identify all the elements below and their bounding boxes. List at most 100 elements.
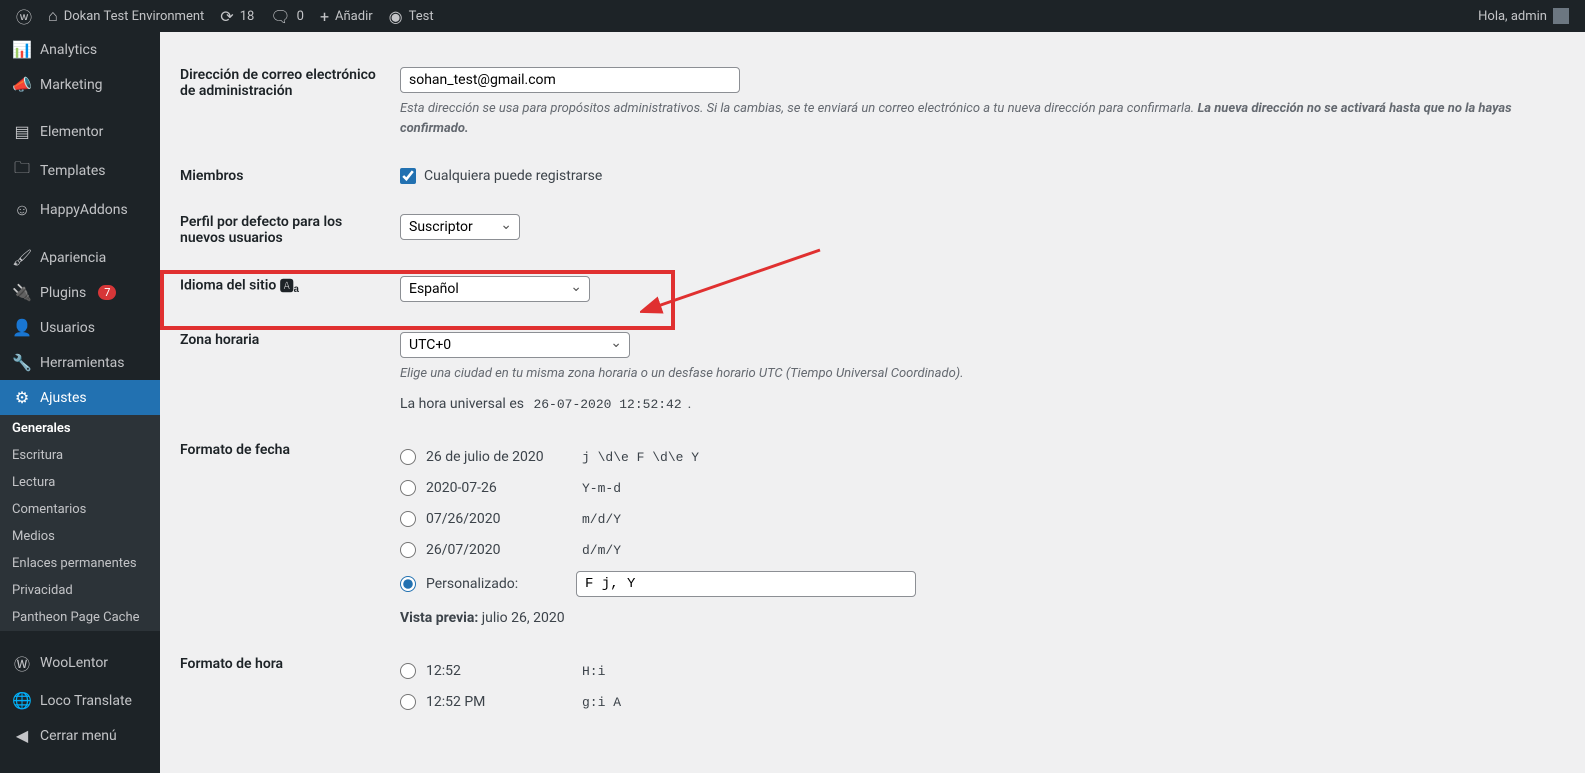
- date-radio[interactable]: [400, 480, 416, 496]
- sub-item-general[interactable]: Generales: [0, 415, 160, 442]
- sidebar-label: Marketing: [40, 77, 103, 93]
- sub-item-privacy[interactable]: Privacidad: [0, 577, 160, 604]
- sidebar-label: Ajustes: [40, 390, 87, 406]
- date-custom-label: Personalizado:: [426, 576, 566, 592]
- collapse-icon: ◀: [12, 726, 32, 745]
- date-option-custom[interactable]: Personalizado:: [400, 566, 1565, 602]
- site-name-label: Dokan Test Environment: [64, 9, 205, 24]
- sidebar-item-appearance[interactable]: 🖌Apariencia: [0, 240, 160, 275]
- date-option-3[interactable]: 26/07/2020d/m/Y: [400, 535, 1565, 566]
- date-radio[interactable]: [400, 542, 416, 558]
- sidebar-label: Plugins: [40, 285, 86, 301]
- sub-item-writing[interactable]: Escritura: [0, 442, 160, 469]
- refresh-icon: ⟳: [220, 7, 233, 26]
- date-option-label: 2020-07-26: [426, 480, 566, 496]
- test-label: Test: [409, 9, 434, 24]
- site-name[interactable]: ⌂ Dokan Test Environment: [40, 0, 212, 32]
- elementor-icon: ▤: [12, 122, 32, 141]
- date-option-code: j \d\e F \d\e Y: [576, 447, 705, 468]
- greeting-label: Hola, admin: [1478, 9, 1547, 24]
- date-radio-custom[interactable]: [400, 576, 416, 592]
- sidebar-label: WooLentor: [40, 655, 108, 671]
- sidebar-label: Analytics: [40, 42, 97, 58]
- time-option-0[interactable]: 12:52H:i: [400, 656, 1565, 687]
- comments[interactable]: 🗨0: [262, 0, 312, 32]
- admin-email-input[interactable]: [400, 67, 740, 93]
- date-radio[interactable]: [400, 511, 416, 527]
- date-option-0[interactable]: 26 de julio de 2020 j \d\e F \d\e Y: [400, 442, 1565, 473]
- happy-icon: ☺: [12, 200, 32, 220]
- sidebar-item-settings[interactable]: ⚙ Ajustes: [0, 380, 160, 415]
- sidebar-item-users[interactable]: 👤Usuarios: [0, 310, 160, 345]
- date-option-label: 26 de julio de 2020: [426, 449, 566, 465]
- default-role-select[interactable]: Suscriptor: [400, 214, 520, 240]
- date-option-code: Y-m-d: [576, 478, 627, 499]
- translate-icon: 🅰ₐ: [280, 279, 299, 295]
- row-time-format: Formato de hora 12:52H:i 12:52 PMg:i A: [180, 641, 1565, 733]
- sub-item-reading[interactable]: Lectura: [0, 469, 160, 496]
- folder-icon: 🗀: [12, 157, 32, 184]
- time-radio[interactable]: [400, 694, 416, 710]
- row-default-role: Perfil por defecto para los nuevos usuar…: [180, 199, 1565, 261]
- membership-label: Miembros: [180, 168, 400, 184]
- sidebar-item-plugins[interactable]: 🔌 Plugins 7: [0, 275, 160, 310]
- sidebar-item-tools[interactable]: 🔧 Herramientas: [0, 345, 160, 380]
- updates[interactable]: ⟳ 18: [212, 0, 262, 32]
- sidebar-label: Elementor: [40, 124, 103, 140]
- sidebar-item-collapse[interactable]: ◀Cerrar menú: [0, 718, 160, 753]
- plugins-badge: 7: [98, 285, 116, 300]
- plus-icon: +: [320, 7, 329, 26]
- sidebar-item-templates[interactable]: 🗀 Templates: [0, 149, 160, 192]
- time-option-1[interactable]: 12:52 PMg:i A: [400, 687, 1565, 718]
- wrench-icon: 🔧: [12, 353, 32, 372]
- sidebar-item-marketing[interactable]: 📣 Marketing: [0, 67, 160, 102]
- date-radio[interactable]: [400, 449, 416, 465]
- site-language-select[interactable]: Español: [400, 276, 590, 302]
- sidebar-label: Templates: [40, 163, 106, 179]
- admin-bar: ⓦ ⌂ Dokan Test Environment ⟳ 18 🗨0 + Añadir…: [0, 0, 1585, 32]
- time-radio[interactable]: [400, 663, 416, 679]
- date-option-1[interactable]: 2020-07-26 Y-m-d: [400, 473, 1565, 504]
- loco-icon: 🌐: [12, 691, 32, 710]
- utc-text: La hora universal es 26-07-2020 12:52:42…: [400, 396, 1565, 412]
- my-account[interactable]: Hola, admin: [1470, 0, 1577, 32]
- date-custom-input[interactable]: [576, 571, 916, 597]
- membership-checkbox-wrap[interactable]: Cualquiera puede registrarse: [400, 168, 1565, 184]
- admin-email-label: Dirección de correo electrónico de admin…: [180, 67, 400, 138]
- redux-icon: ◉: [389, 7, 403, 26]
- sub-item-discussion[interactable]: Comentarios: [0, 496, 160, 523]
- brush-icon: 🖌: [12, 248, 32, 267]
- sidebar-item-loco[interactable]: 🌐 Loco Translate: [0, 683, 160, 718]
- add-new[interactable]: + Añadir: [312, 0, 381, 32]
- test-item[interactable]: ◉ Test: [381, 0, 442, 32]
- utc-time-code: 26-07-2020 12:52:42: [527, 394, 687, 415]
- date-option-label: 26/07/2020: [426, 542, 566, 558]
- sub-item-pantheon[interactable]: Pantheon Page Cache: [0, 604, 160, 631]
- users-icon: 👤: [12, 318, 32, 337]
- plugin-icon: 🔌: [12, 283, 32, 302]
- sub-item-media[interactable]: Medios: [0, 523, 160, 550]
- timezone-select[interactable]: UTC+0: [400, 332, 630, 358]
- timezone-label: Zona horaria: [180, 332, 400, 412]
- date-preview: Vista previa: julio 26, 2020: [400, 610, 1565, 626]
- sub-item-permalinks[interactable]: Enlaces permanentes: [0, 550, 160, 577]
- sidebar-item-woolentor[interactable]: ⓌWooLentor: [0, 643, 160, 683]
- avatar-icon: [1553, 8, 1569, 24]
- date-option-label: 07/26/2020: [426, 511, 566, 527]
- home-icon: ⌂: [48, 6, 58, 26]
- sidebar-item-elementor[interactable]: ▤ Elementor: [0, 114, 160, 149]
- sidebar-label: Loco Translate: [40, 693, 132, 709]
- settings-icon: ⚙: [12, 388, 32, 407]
- sidebar-label: Herramientas: [40, 355, 125, 371]
- default-role-label: Perfil por defecto para los nuevos usuar…: [180, 214, 400, 246]
- date-option-2[interactable]: 07/26/2020m/d/Y: [400, 504, 1565, 535]
- sidebar-item-analytics[interactable]: 📊Analytics: [0, 32, 160, 67]
- updates-count: 18: [240, 9, 255, 24]
- time-option-label: 12:52 PM: [426, 694, 566, 710]
- sidebar-item-happyaddons[interactable]: ☺HappyAddons: [0, 192, 160, 228]
- add-new-label: Añadir: [335, 9, 373, 24]
- megaphone-icon: 📣: [12, 75, 32, 94]
- wp-logo[interactable]: ⓦ: [8, 0, 40, 32]
- admin-email-description: Esta dirección se usa para propósitos ad…: [400, 99, 1565, 138]
- membership-checkbox[interactable]: [400, 168, 416, 184]
